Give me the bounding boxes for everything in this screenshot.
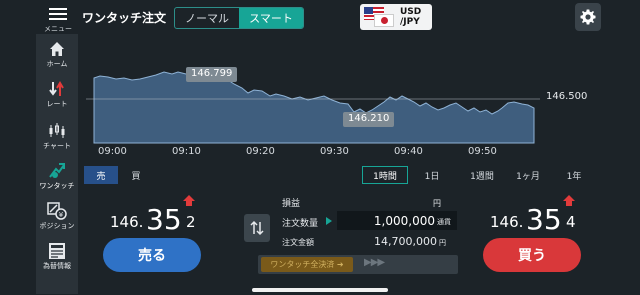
- currency-pair-label: USD /JPY: [400, 7, 421, 27]
- bid-prefix: 146.: [110, 213, 144, 231]
- quantity-unit: 通貨: [437, 218, 451, 226]
- range-1y[interactable]: 1年: [560, 166, 588, 184]
- news-icon: [36, 242, 78, 260]
- position-icon: ¥: [36, 202, 78, 220]
- high-price-tag: 146.799: [186, 67, 238, 82]
- swap-arrows-icon: [250, 220, 264, 236]
- settle-all-slider[interactable]: ワンタッチ全決済 ➜ ▶▶▶: [258, 255, 458, 274]
- last-price-label: 146.500: [546, 91, 588, 102]
- range-1h[interactable]: 1時間: [362, 166, 408, 184]
- price-area: [93, 71, 535, 144]
- ask-prefix: 146.: [490, 213, 524, 231]
- bid-up-arrow-icon: [183, 195, 195, 207]
- tab-normal[interactable]: ノーマル: [175, 8, 239, 28]
- x-tick-label: 09:00: [98, 146, 127, 157]
- one-touch-icon: [36, 162, 78, 180]
- slide-chevrons-icon: ▶▶▶: [364, 257, 385, 268]
- chart-tab-buy[interactable]: 買: [126, 166, 146, 184]
- chart-tab-sell[interactable]: 売: [84, 166, 118, 184]
- menu-button[interactable]: メニュー: [40, 8, 76, 34]
- svg-text:¥: ¥: [59, 211, 64, 219]
- sidebar: メニュー ホーム レート チャート ワンタッチ ¥ ポジション 為替情報: [0, 0, 78, 295]
- swap-button[interactable]: [244, 214, 270, 242]
- pair-base: USD: [400, 7, 422, 17]
- buy-button[interactable]: 買う: [483, 238, 581, 272]
- quantity-arrow-icon: [326, 217, 332, 225]
- ask-pip: 4: [566, 213, 576, 231]
- sell-button[interactable]: 売る: [103, 238, 201, 272]
- settings-button[interactable]: [575, 3, 601, 31]
- bid-pip: 2: [186, 213, 196, 231]
- nav-panel: ホーム レート チャート ワンタッチ ¥ ポジション 為替情報: [36, 34, 78, 294]
- order-amount-value: 14,700,000: [374, 235, 437, 248]
- order-amount: 14,700,000 円: [374, 235, 446, 248]
- x-tick-label: 09:50: [468, 146, 497, 157]
- currency-flags-icon: [364, 6, 396, 28]
- home-indicator: [252, 288, 388, 292]
- mode-toggle: ノーマル スマート: [174, 7, 304, 29]
- nav-item-position[interactable]: ¥ ポジション: [36, 202, 78, 231]
- hamburger-icon: [49, 8, 67, 20]
- x-tick-label: 09:30: [320, 146, 349, 157]
- nav-label: ワンタッチ: [39, 182, 75, 190]
- order-amount-unit: 円: [438, 239, 446, 247]
- quantity-value: 1,000,000: [373, 213, 435, 228]
- nav-item-news[interactable]: 為替情報: [36, 242, 78, 271]
- settle-all-button[interactable]: ワンタッチ全決済 ➜: [261, 257, 353, 272]
- order-amount-label: 注文金額: [282, 238, 314, 247]
- bid-main: 35: [146, 203, 182, 236]
- profit-loss-unit: 円: [433, 199, 441, 208]
- ask-main: 35: [526, 203, 562, 236]
- range-1m[interactable]: 1ヶ月: [510, 166, 546, 184]
- nav-label: レート: [46, 100, 68, 108]
- candlestick-icon: [36, 122, 78, 140]
- nav-item-one-touch[interactable]: ワンタッチ: [36, 162, 78, 191]
- ask-up-arrow-icon: [563, 195, 575, 207]
- low-price-tag: 146.210: [343, 112, 395, 127]
- home-icon: [36, 40, 78, 58]
- nav-item-home[interactable]: ホーム: [36, 40, 78, 69]
- menu-label: メニュー: [44, 25, 72, 33]
- range-1w[interactable]: 1週間: [463, 166, 501, 184]
- x-tick-label: 09:10: [172, 146, 201, 157]
- page-title: ワンタッチ注文: [82, 11, 167, 25]
- nav-label: 為替情報: [43, 262, 71, 270]
- quantity-label: 注文数量: [282, 219, 319, 229]
- x-tick-label: 09:40: [394, 146, 423, 157]
- profit-loss-label: 損益: [282, 199, 301, 209]
- gear-icon: [580, 9, 596, 25]
- rate-icon: [36, 80, 78, 98]
- currency-pair-button[interactable]: USD /JPY: [360, 4, 432, 30]
- nav-item-chart[interactable]: チャート: [36, 122, 78, 151]
- range-1d[interactable]: 1日: [418, 166, 446, 184]
- tab-smart[interactable]: スマート: [239, 8, 303, 28]
- nav-label: チャート: [43, 142, 71, 150]
- jp-flag-icon: [374, 14, 394, 27]
- nav-item-rate[interactable]: レート: [36, 80, 78, 109]
- nav-label: ホーム: [46, 60, 68, 68]
- x-tick-label: 09:20: [246, 146, 275, 157]
- quantity-input[interactable]: 1,000,000 通貨: [337, 211, 457, 230]
- nav-label: ポジション: [39, 222, 75, 230]
- pair-quote: /JPY: [400, 17, 420, 27]
